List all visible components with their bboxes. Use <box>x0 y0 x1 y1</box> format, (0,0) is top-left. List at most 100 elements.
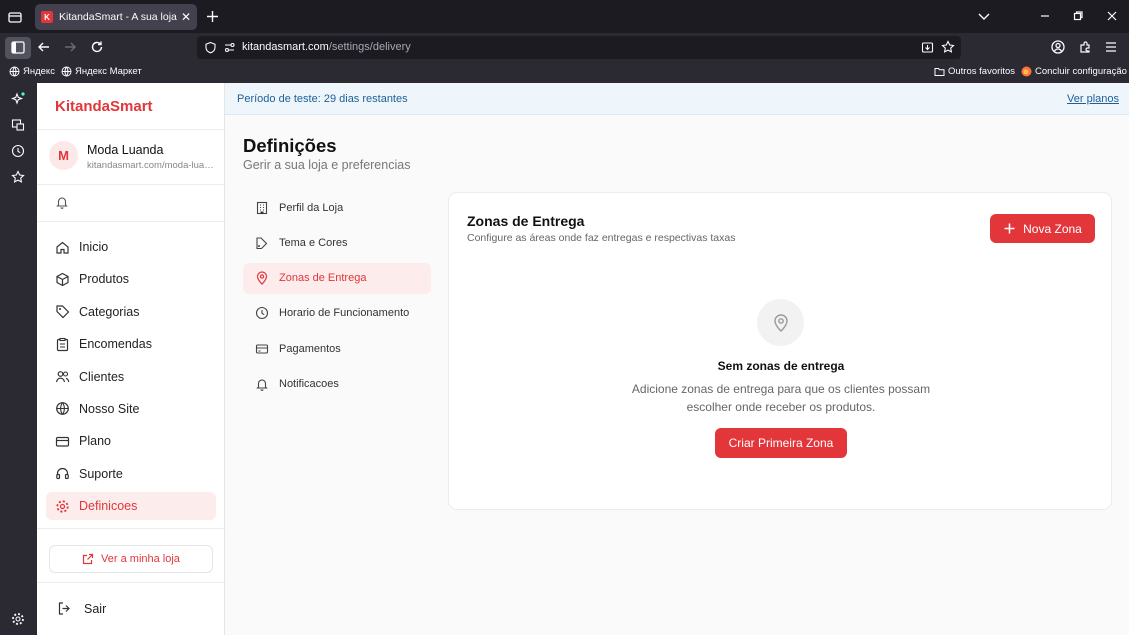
history-icon[interactable] <box>11 144 25 158</box>
globe-icon <box>56 402 69 416</box>
divider <box>37 528 225 529</box>
folder-icon <box>934 68 945 76</box>
settings-item-notifications[interactable]: Notificacoes <box>243 368 431 399</box>
browser-tab-bar: K KitandaSmart - A sua loja online ✕ <box>0 0 1129 33</box>
tab-title: KitandaSmart - A sua loja online <box>59 11 177 23</box>
bookmarks-bar: Яндекс Яндекс Маркет Outros favoritos Co… <box>0 62 1129 83</box>
gear-icon <box>56 500 69 513</box>
app-sidebar: KitandaSmart M Moda Luanda kitandasmart.… <box>37 83 225 635</box>
nav-item-suporte[interactable]: Suporte <box>46 460 216 488</box>
notifications-bell-icon[interactable] <box>55 195 69 209</box>
bell-icon <box>256 379 268 391</box>
page-title: Definições <box>243 135 337 156</box>
nav-item-nosso-site[interactable]: Nosso Site <box>46 395 216 423</box>
reload-icon[interactable] <box>89 39 105 55</box>
card-title: Zonas de Entrega <box>467 213 585 229</box>
nav-item-encomendas[interactable]: Encomendas <box>46 330 216 358</box>
browser-tab[interactable]: K KitandaSmart - A sua loja online ✕ <box>35 4 197 30</box>
forward-icon[interactable] <box>62 39 78 55</box>
empty-state-description: Adicione zonas de entrega para que os cl… <box>631 382 931 414</box>
divider <box>37 221 225 222</box>
bookmark-star-icon[interactable] <box>941 40 955 54</box>
card-icon <box>55 436 70 447</box>
box-icon <box>56 272 69 287</box>
new-zone-button[interactable]: Nova Zona <box>990 214 1095 243</box>
tab-list-icon[interactable] <box>6 8 24 26</box>
site-info-icon[interactable] <box>223 41 236 54</box>
app-viewport: KitandaSmart M Moda Luanda kitandasmart.… <box>37 83 1129 635</box>
sidebar-toggle-icon[interactable] <box>5 37 31 59</box>
headset-icon <box>56 468 69 480</box>
map-pin-icon <box>256 271 268 285</box>
clock-icon <box>255 307 269 320</box>
nav-item-plano[interactable]: Plano <box>46 427 216 455</box>
nav-item-inicio[interactable]: Inicio <box>46 233 216 261</box>
synced-tabs-icon[interactable] <box>11 118 25 132</box>
building-icon <box>256 201 268 214</box>
close-tab-icon[interactable]: ✕ <box>181 10 191 24</box>
close-window-icon[interactable] <box>1105 9 1119 23</box>
divider <box>37 582 225 583</box>
users-icon <box>55 371 70 383</box>
map-pin-icon <box>773 313 788 332</box>
home-icon <box>56 241 69 254</box>
install-app-icon[interactable] <box>921 41 934 54</box>
create-first-zone-button[interactable]: Criar Primeira Zona <box>715 428 847 458</box>
settings-item-payments[interactable]: Pagamentos <box>243 333 431 364</box>
external-link-icon <box>82 553 94 565</box>
store-name: Moda Luanda <box>87 143 164 157</box>
address-bar[interactable]: kitandasmart.com/settings/delivery <box>197 36 961 59</box>
empty-state-illustration <box>757 299 804 346</box>
card-subtitle: Configure as áreas onde faz entregas e r… <box>467 232 736 244</box>
globe-icon <box>61 66 72 77</box>
minimize-icon[interactable] <box>1038 9 1052 23</box>
account-icon[interactable] <box>1050 39 1066 55</box>
extensions-icon[interactable] <box>1077 39 1093 55</box>
settings-item-store-profile[interactable]: Perfil da Loja <box>243 192 431 223</box>
browser-sidebar <box>0 83 37 635</box>
store-avatar: M <box>49 141 78 170</box>
trial-text: Período de teste: 29 dias restantes <box>237 93 408 105</box>
divider <box>37 129 225 130</box>
empty-state-title: Sem zonas de entrega <box>717 359 845 373</box>
nav-item-definicoes[interactable]: Definicoes <box>46 492 216 521</box>
nav-item-clientes[interactable]: Clientes <box>46 363 216 391</box>
favicon-icon: K <box>41 11 53 23</box>
view-plans-link[interactable]: Ver planos <box>1067 93 1119 105</box>
shield-icon[interactable] <box>204 41 217 54</box>
bookmark-yandex[interactable]: Яндекс <box>9 66 55 77</box>
main-nav: Inicio Produtos Categorias Encomendas Cl… <box>46 233 216 525</box>
view-store-button[interactable]: Ver a minha loja <box>49 545 213 573</box>
ai-sparkle-icon[interactable] <box>11 92 25 106</box>
browser-settings-icon[interactable] <box>11 612 25 626</box>
brand-logo[interactable]: KitandaSmart <box>55 98 153 115</box>
url-text: kitandasmart.com/settings/delivery <box>242 41 411 53</box>
credit-card-icon <box>255 344 269 354</box>
settings-item-theme[interactable]: Tema e Cores <box>243 227 431 258</box>
page-subtitle: Gerir a sua loja e preferencias <box>243 158 411 172</box>
palette-icon <box>256 237 268 249</box>
tag-icon <box>56 305 70 319</box>
new-tab-icon[interactable] <box>204 8 221 25</box>
tab-overflow-chevron-icon[interactable] <box>977 9 991 23</box>
divider <box>37 184 225 185</box>
clipboard-icon <box>56 337 69 351</box>
back-icon[interactable] <box>36 39 52 55</box>
settings-nav: Perfil da Loja Tema e Cores Zonas de Ent… <box>243 192 431 404</box>
bookmark-finish-setup[interactable]: Concluir configuração <box>1021 66 1127 77</box>
bookmark-yandex-market[interactable]: Яндекс Маркет <box>61 66 142 77</box>
bookmark-other-favorites[interactable]: Outros favoritos <box>934 66 1015 77</box>
settings-item-opening-hours[interactable]: Horario de Funcionamento <box>243 298 431 329</box>
nav-item-categorias[interactable]: Categorias <box>46 298 216 326</box>
settings-item-delivery-zones[interactable]: Zonas de Entrega <box>243 262 431 294</box>
delivery-zones-card: Zonas de Entrega Configure as áreas onde… <box>448 192 1112 510</box>
nav-item-produtos[interactable]: Produtos <box>46 265 216 293</box>
trial-banner: Período de teste: 29 dias restantes Ver … <box>225 83 1129 115</box>
globe-icon <box>9 66 20 77</box>
restore-icon[interactable] <box>1071 9 1085 23</box>
bookmarks-icon[interactable] <box>11 170 25 184</box>
logout-button[interactable]: Sair <box>57 601 106 616</box>
menu-icon[interactable] <box>1103 39 1119 55</box>
store-url: kitandasmart.com/moda-luanda <box>87 160 215 171</box>
plus-icon <box>1004 223 1015 234</box>
